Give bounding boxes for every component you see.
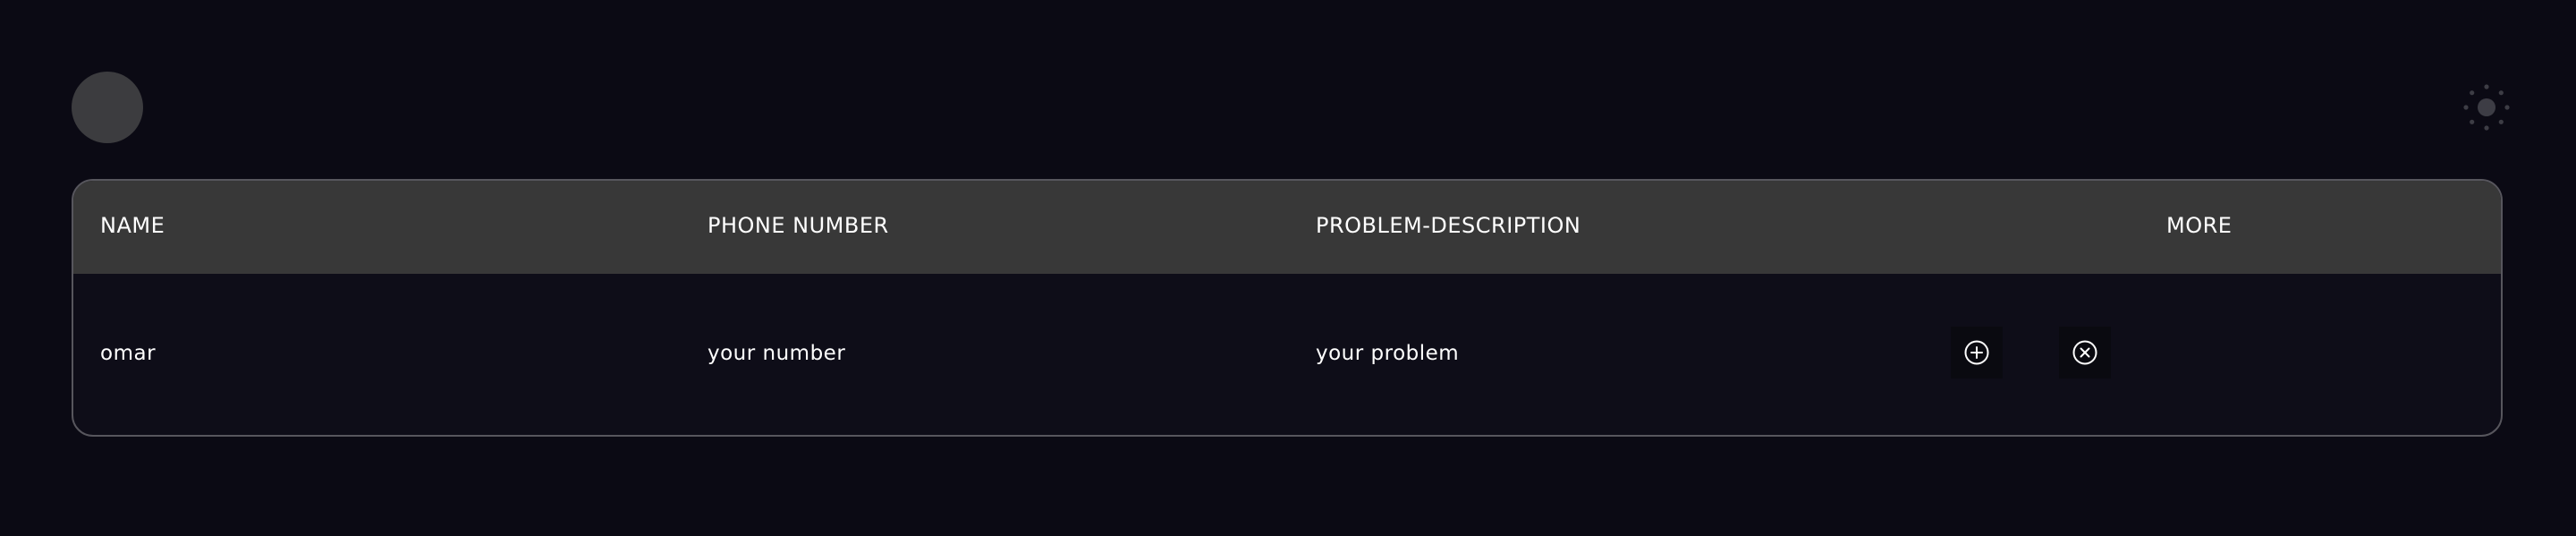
data-table: NAME PHONE NUMBER PROBLEM-DESCRIPTION MO… [72,179,2503,437]
theme-toggle-sun-icon[interactable] [2462,83,2511,132]
column-header-problem: PROBLEM-DESCRIPTION [1316,213,1581,238]
avatar[interactable] [72,72,143,143]
remove-button[interactable] [2059,327,2111,379]
column-header-more: MORE [2166,213,2233,238]
column-header-name: NAME [100,213,165,238]
plus-circle-icon [1964,340,1989,365]
cell-name: omar [100,342,157,365]
column-header-phone: PHONE NUMBER [708,213,889,238]
table-header-row: NAME PHONE NUMBER PROBLEM-DESCRIPTION MO… [73,181,2501,274]
add-button[interactable] [1951,327,2003,379]
page: NAME PHONE NUMBER PROBLEM-DESCRIPTION MO… [0,0,2576,536]
cell-problem: your problem [1316,342,1460,365]
cell-phone: your number [708,342,846,365]
x-circle-icon [2072,340,2097,365]
